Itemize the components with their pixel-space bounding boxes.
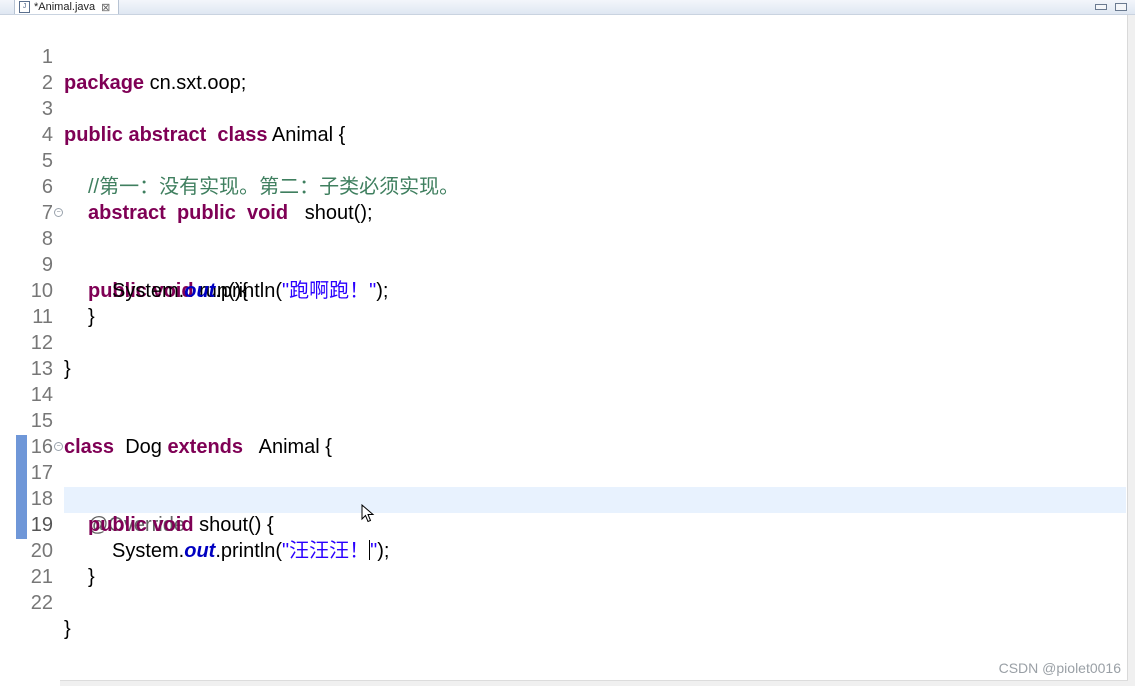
close-icon[interactable]: ⊠ xyxy=(101,1,110,14)
code-line-17: 17 − @Override xyxy=(0,434,1128,536)
code-line-10: 10 } xyxy=(0,252,1128,328)
code-line-22: 22 } xyxy=(0,564,1128,640)
code-line-4: 4 xyxy=(0,96,1128,146)
code-line-5: 5 //第一：没有实现。第二：子类必须实现。 xyxy=(0,122,1128,198)
fold-toggle-icon[interactable]: − xyxy=(54,208,63,217)
code-line-13: 13 xyxy=(0,330,1128,380)
code-line-8: 8 − public void run(){ xyxy=(0,200,1128,302)
editor-tab-bar: J *Animal.java ⊠ xyxy=(0,0,1135,15)
code-line-3: 3 public abstract class Animal { xyxy=(0,70,1128,146)
code-line-7: 7 xyxy=(0,174,1128,224)
tab-label: *Animal.java xyxy=(34,1,96,13)
code-text: } xyxy=(64,618,71,640)
code-line-18: 18 public void shout() { xyxy=(0,460,1128,536)
code-line-15: 15 class Dog extends Animal { xyxy=(0,382,1128,458)
maximize-button[interactable] xyxy=(1115,3,1127,11)
mouse-pointer-icon xyxy=(361,504,375,523)
fold-toggle-icon[interactable]: − xyxy=(54,442,63,451)
code-line-6: 6 abstract public void shout(); xyxy=(0,148,1128,224)
code-line-21: 21 xyxy=(0,538,1128,588)
line-number: 22 xyxy=(30,592,53,614)
tab-animal-java[interactable]: J *Animal.java ⊠ xyxy=(14,0,120,14)
minimize-button[interactable] xyxy=(1095,4,1107,10)
java-file-icon: J xyxy=(19,1,30,13)
code-line-20: 20 } xyxy=(0,512,1128,588)
code-line-19: 19 System.out.println("汪汪汪！"); xyxy=(0,486,1128,562)
vertical-scrollbar[interactable] xyxy=(1127,15,1135,686)
window-controls xyxy=(1095,0,1127,14)
code-line-14: 14 xyxy=(0,356,1128,406)
watermark: CSDN @piolet0016 xyxy=(998,660,1121,676)
code-line-1: 1 package cn.sxt.oop; xyxy=(0,18,1128,94)
code-line-11: 11 xyxy=(0,278,1128,328)
horizontal-scrollbar[interactable] xyxy=(60,680,1128,686)
code-line-9: 9 System.out.println("跑啊跑！"); xyxy=(0,226,1128,302)
code-line-2: 2 xyxy=(0,44,1128,94)
code-line-16: 16 xyxy=(0,408,1128,458)
code-line-12: 12 } xyxy=(0,304,1128,380)
